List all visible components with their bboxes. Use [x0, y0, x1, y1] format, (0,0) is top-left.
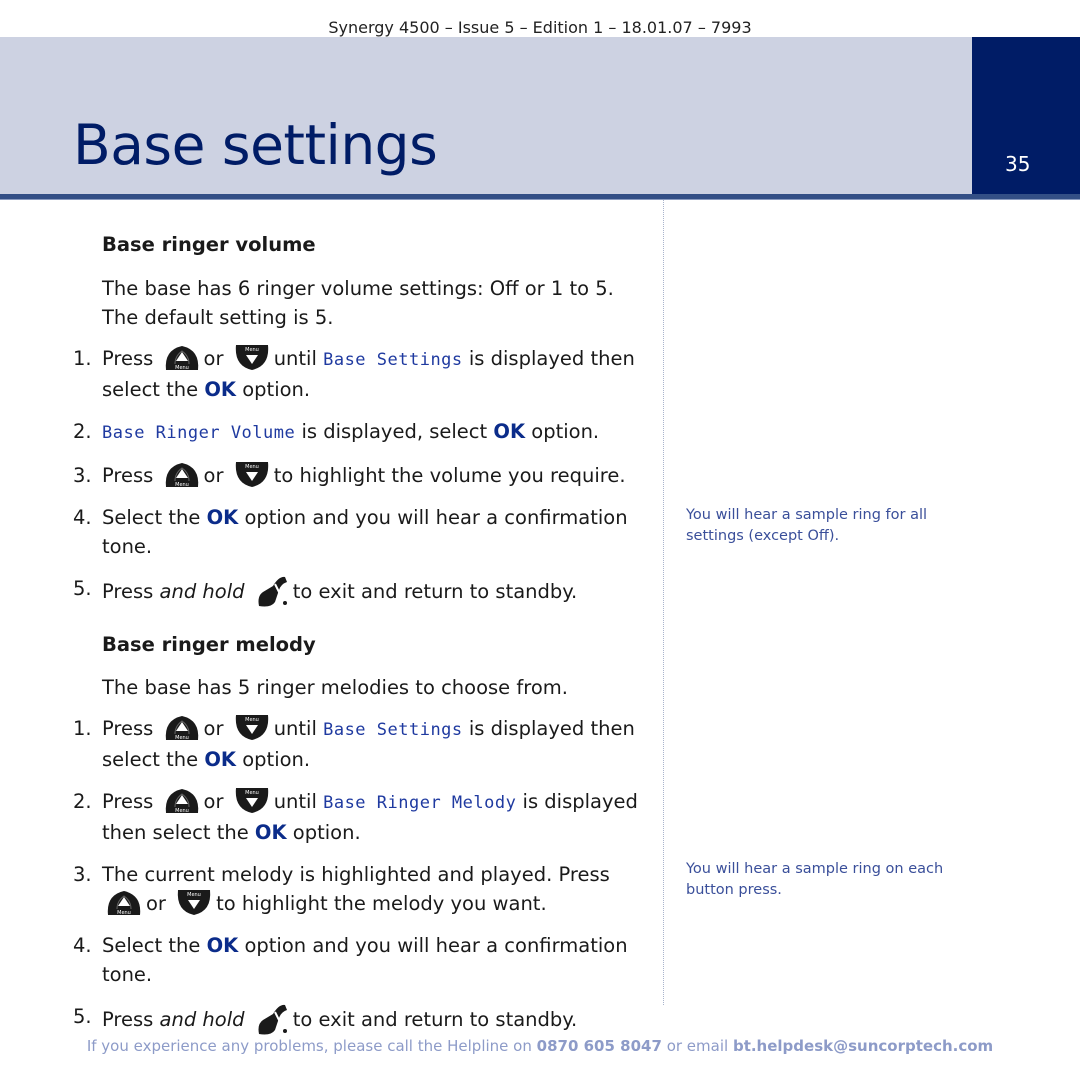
- menu-up-key-icon: [163, 787, 201, 814]
- step: 3. The current melody is highlighted and…: [73, 863, 610, 916]
- step: 2. Press or until Base Ringer Melody is …: [73, 787, 653, 847]
- column-divider: [663, 200, 664, 1005]
- step: 1. Press or until Base Settings is displ…: [73, 344, 653, 404]
- ok-label: OK: [254, 821, 287, 844]
- ok-label: OK: [206, 934, 239, 957]
- menu-up-key-icon: [105, 889, 143, 916]
- ok-label: OK: [204, 378, 237, 401]
- header-rule: [0, 194, 1080, 200]
- document-header: Synergy 4500 – Issue 5 – Edition 1 – 18.…: [328, 18, 752, 37]
- section-heading: Base ringer volume: [102, 233, 316, 256]
- end-call-key-icon: [253, 1002, 291, 1036]
- section-heading: Base ringer melody: [102, 633, 316, 656]
- menu-up-key-icon: [163, 344, 201, 371]
- helpdesk-email[interactable]: bt.helpdesk@suncorptech.com: [733, 1037, 993, 1055]
- menu-up-key-icon: [163, 461, 201, 488]
- menu-down-key-icon: [233, 461, 271, 488]
- section-intro: The base has 5 ringer melodies to choose…: [102, 676, 568, 699]
- menu-down-key-icon: [233, 787, 271, 814]
- section-base-ringer-volume: Base ringer volume The base has 6 ringer…: [73, 230, 653, 608]
- helpline-footer: If you experience any problems, please c…: [86, 1037, 994, 1055]
- step: 5. Press and hold to exit and return to …: [73, 574, 653, 608]
- helpline-phone: 0870 605 8047: [536, 1037, 662, 1055]
- end-call-key-icon: [253, 574, 291, 608]
- step: 4. Select the OK option and you will hea…: [73, 506, 628, 558]
- section-base-ringer-melody: Base ringer melody The base has 5 ringer…: [73, 630, 653, 1036]
- lcd-text: Base Settings: [323, 720, 463, 740]
- ok-label: OK: [493, 420, 526, 443]
- steps-list: 1. Press or until Base Settings is displ…: [73, 714, 653, 1036]
- lcd-text: Base Ringer Melody: [323, 793, 517, 813]
- menu-down-key-icon: [233, 344, 271, 371]
- page-title: Base settings: [73, 113, 438, 177]
- page-number: 35: [1005, 152, 1031, 176]
- margin-note-melody: You will hear a sample ring on each butt…: [686, 861, 944, 898]
- step: 4. Select the OK option and you will hea…: [73, 934, 628, 986]
- ok-label: OK: [206, 506, 239, 529]
- main-column: Base ringer volume The base has 6 ringer…: [73, 230, 653, 1036]
- step: 5. Press and hold to exit and return to …: [73, 1002, 653, 1036]
- step: 3. Press or to highlight the volume you …: [73, 461, 653, 490]
- steps-list: 1. Press or until Base Settings is displ…: [73, 344, 653, 608]
- step: 2. Base Ringer Volume is displayed, sele…: [73, 420, 600, 443]
- menu-down-key-icon: [233, 714, 271, 741]
- menu-down-key-icon: [175, 889, 213, 916]
- lcd-text: Base Ringer Volume: [102, 423, 296, 443]
- menu-up-key-icon: [163, 714, 201, 741]
- ok-label: OK: [204, 748, 237, 771]
- section-intro: The base has 6 ringer volume settings: O…: [102, 277, 614, 329]
- margin-note-volume: You will hear a sample ring for all sett…: [686, 507, 928, 544]
- lcd-text: Base Settings: [323, 350, 463, 370]
- step: 1. Press or until Base Settings is displ…: [73, 714, 653, 774]
